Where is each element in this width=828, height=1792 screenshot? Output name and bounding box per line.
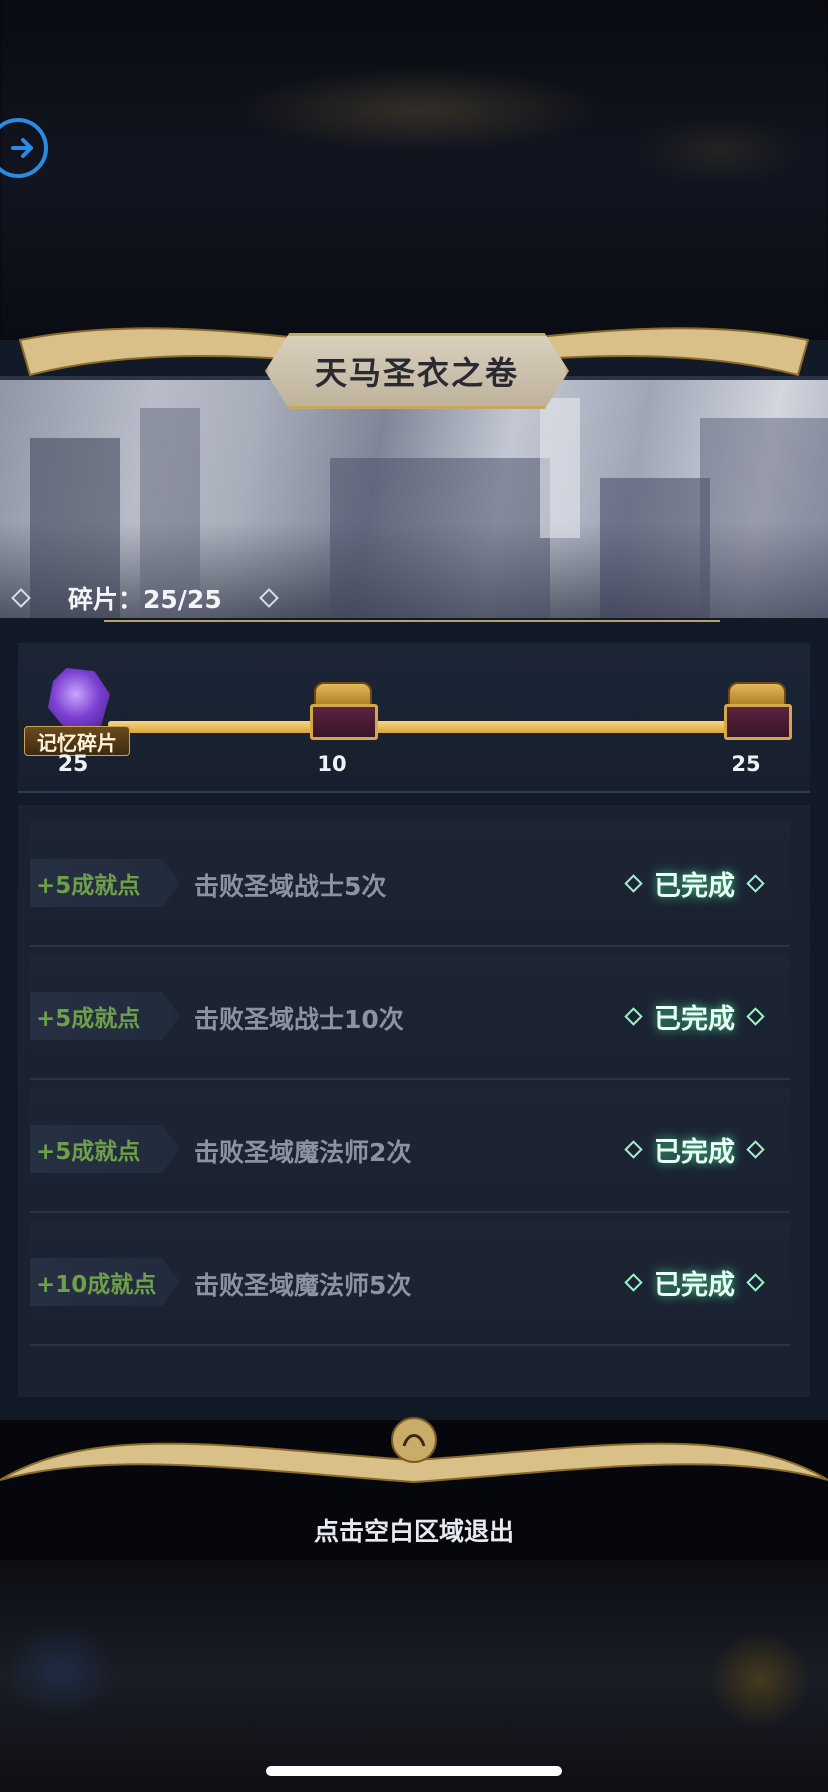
- reward-tag: +5成就点: [30, 992, 180, 1040]
- diamond-icon: [746, 1006, 765, 1026]
- status-badge: 已完成: [624, 863, 765, 903]
- task-row: +10成就点 击败圣域魔法师5次 已完成: [30, 1220, 790, 1346]
- arrow-right-icon: [11, 138, 33, 158]
- milestone-count: 10: [317, 752, 347, 776]
- diamond-icon: [746, 873, 765, 893]
- treasure-chest-icon[interactable]: [310, 682, 378, 740]
- reward-tag: +5成就点: [30, 1125, 180, 1173]
- status-badge: 已完成: [624, 1262, 765, 1302]
- task-row: +5成就点 击败圣域战士10次 已完成: [30, 954, 790, 1080]
- bottom-ornament-frame: [0, 1417, 828, 1484]
- task-description: 击败圣域战士10次: [194, 1005, 404, 1034]
- blurred-game-background-bottom: [0, 1560, 828, 1792]
- exit-hint: 点击空白区域退出: [313, 1517, 514, 1546]
- treasure-chest-icon[interactable]: [724, 682, 792, 740]
- task-row: +5成就点 击败圣域魔法师2次 已完成: [30, 1087, 790, 1213]
- milestone-count: 25: [731, 752, 761, 776]
- diamond-icon: [624, 1272, 643, 1292]
- fragments-count-label: 碎片：25/25: [68, 585, 222, 614]
- status-text: 已完成: [654, 1003, 735, 1035]
- task-description: 击败圣域魔法师2次: [194, 1138, 412, 1167]
- reward-tag: +10成就点: [30, 1258, 180, 1306]
- diamond-icon: [746, 1139, 765, 1159]
- gold-divider: [104, 620, 720, 622]
- status-badge: 已完成: [624, 1129, 765, 1169]
- status-badge: 已完成: [624, 996, 765, 1036]
- current-count: 25: [57, 752, 89, 777]
- task-row: +5成就点 击败圣域战士5次 已完成: [30, 821, 790, 947]
- progress-area: [18, 643, 810, 793]
- title-plate: 天马圣衣之卷: [265, 333, 569, 409]
- diamond-icon: [624, 1139, 643, 1159]
- reward-tag: +5成就点: [30, 859, 180, 907]
- status-text: 已完成: [654, 1136, 735, 1168]
- diamond-icon: [746, 1272, 765, 1292]
- diamond-icon: [624, 873, 643, 893]
- progress-bar: [108, 721, 728, 733]
- task-description: 击败圣域战士5次: [194, 872, 387, 901]
- diamond-icon: [624, 1006, 643, 1026]
- status-text: 已完成: [654, 1269, 735, 1301]
- status-text: 已完成: [654, 870, 735, 902]
- page-title: 天马圣衣之卷: [314, 354, 519, 392]
- task-description: 击败圣域魔法师5次: [194, 1271, 412, 1300]
- blurred-game-background-top: [0, 0, 828, 340]
- home-indicator[interactable]: [266, 1766, 562, 1776]
- task-list: +5成就点 击败圣域战士5次 已完成 +5成就点 击败圣域战士10次 已完成 +…: [18, 805, 810, 1397]
